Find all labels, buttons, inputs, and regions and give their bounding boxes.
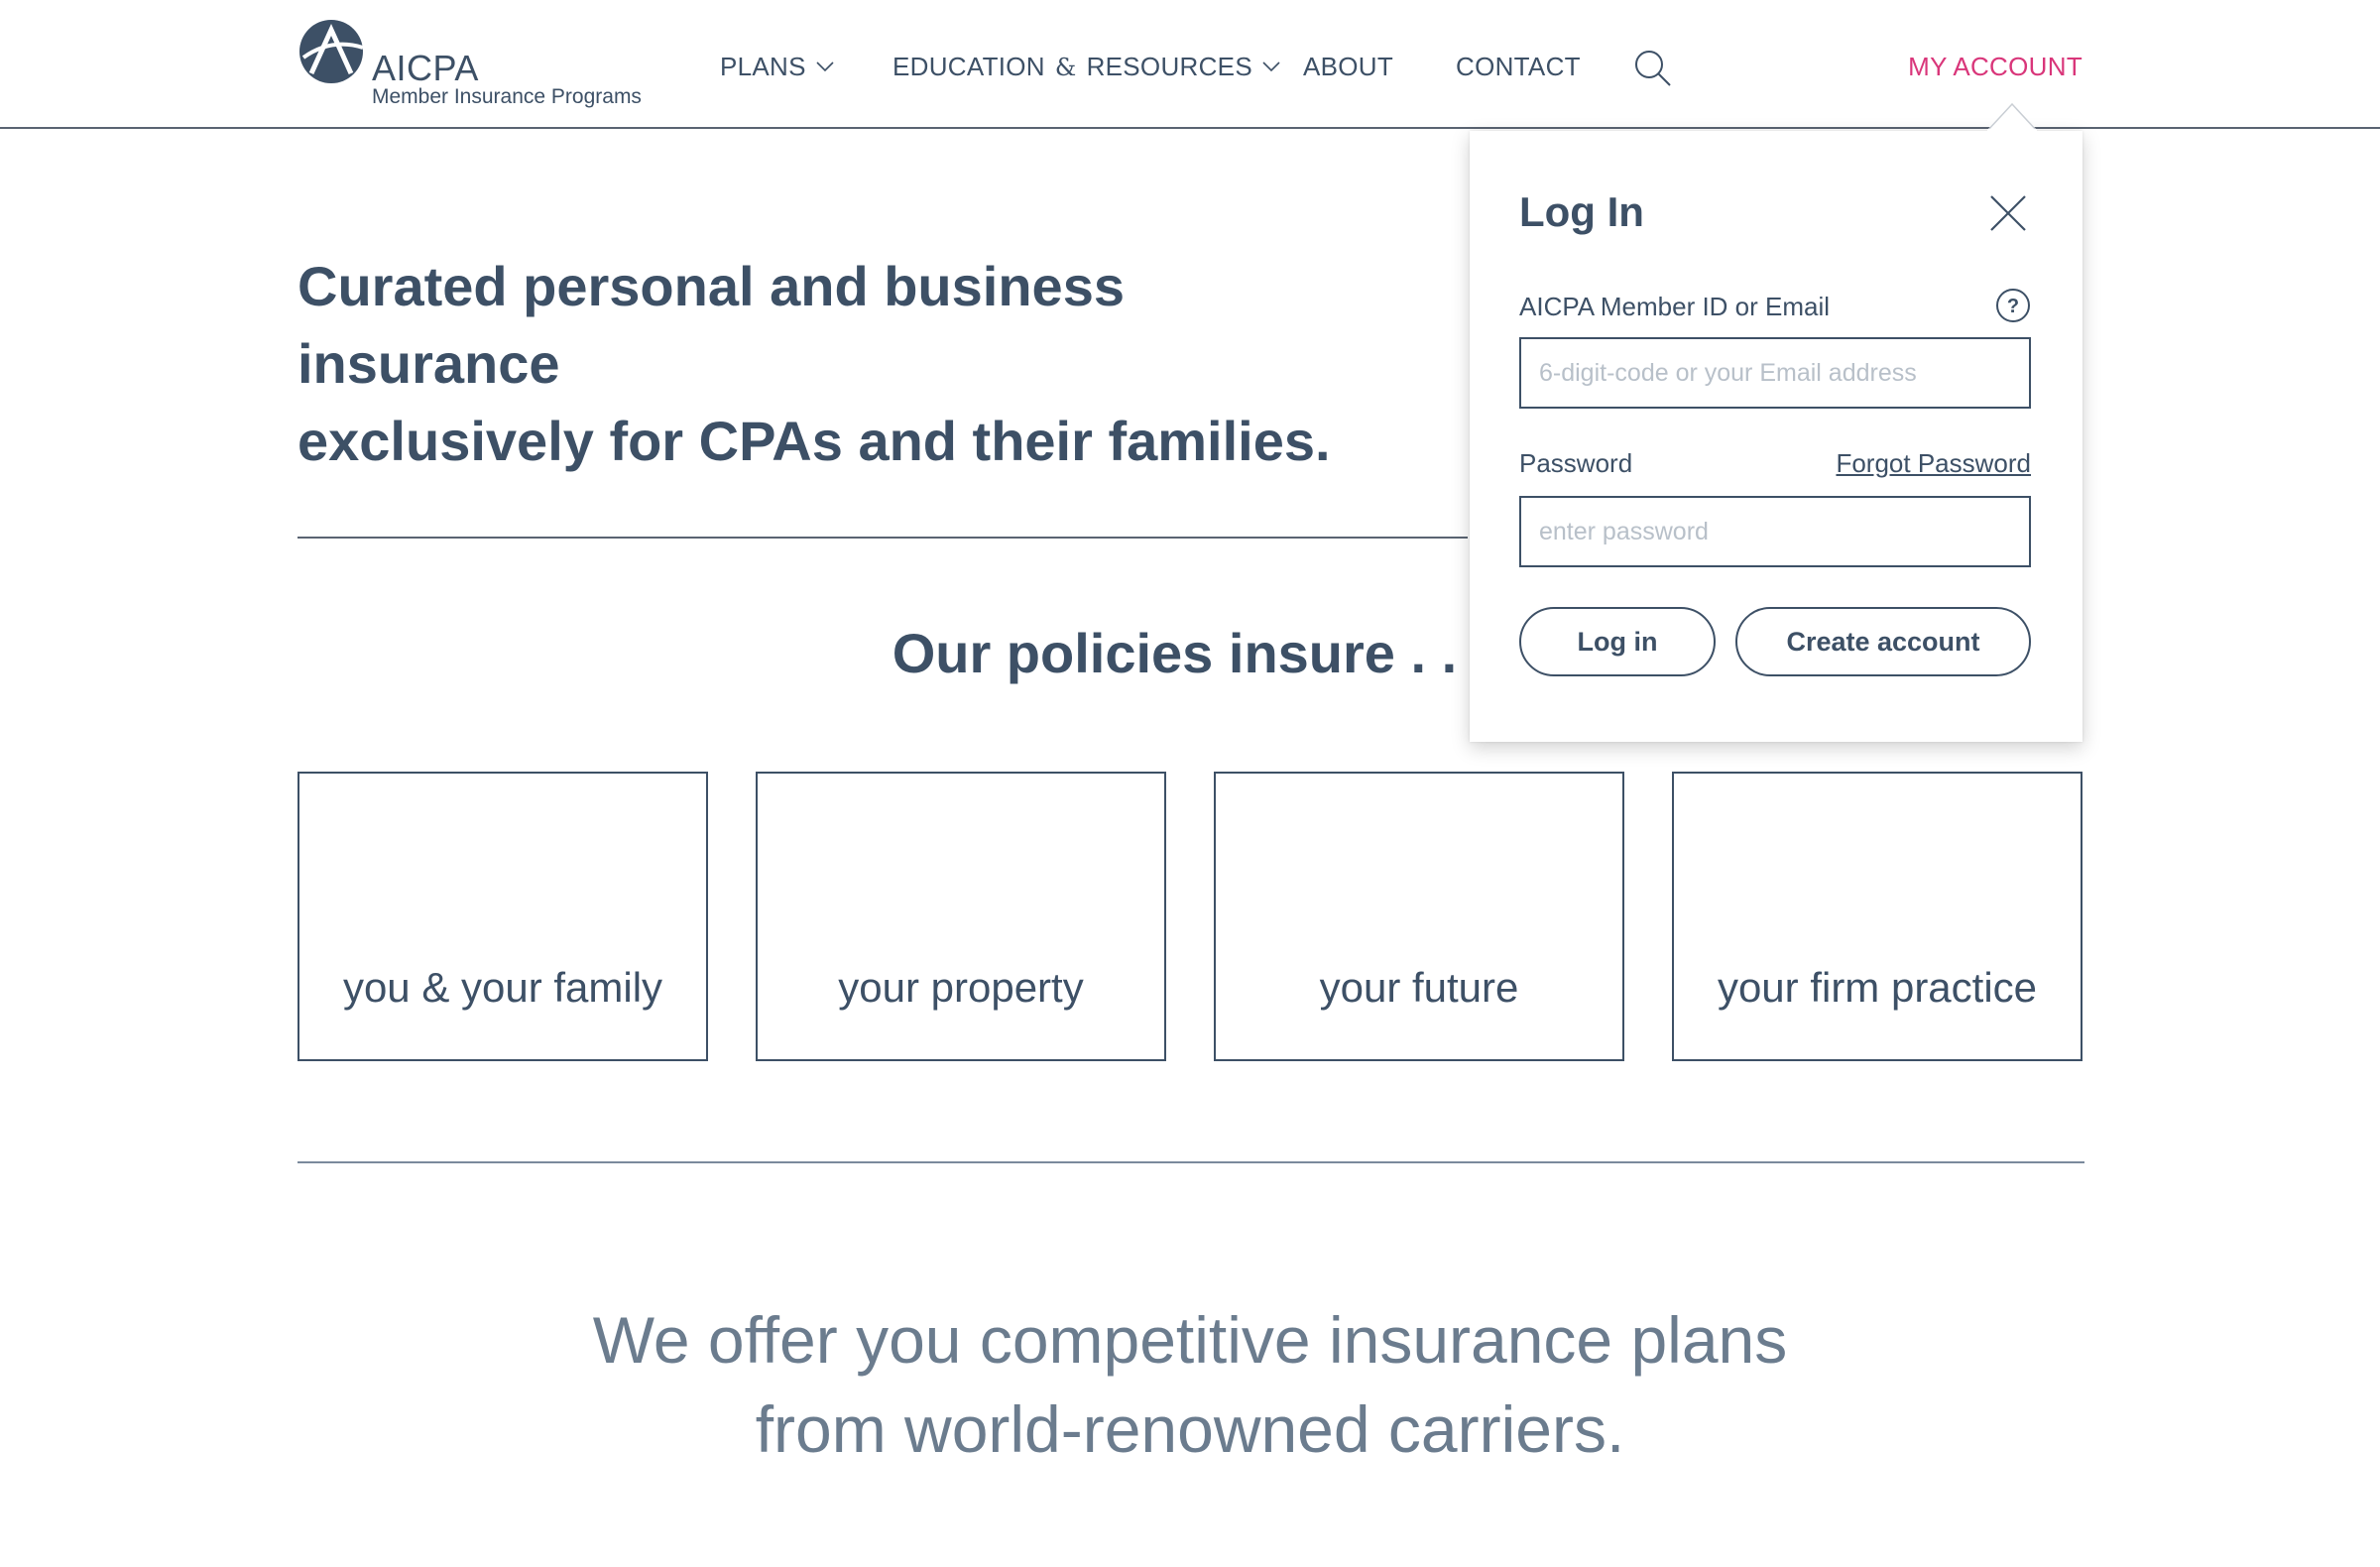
nav-about[interactable]: ABOUT: [1303, 52, 1393, 82]
login-popover: Log In AICPA Member ID or Email ? Passwo…: [1470, 103, 2082, 742]
hero-line-1: Curated personal and business insurance: [298, 255, 1125, 395]
policy-card-label: you & your family: [342, 964, 663, 1011]
nav-resources-label: RESOURCES: [1086, 52, 1252, 81]
password-label: Password: [1519, 448, 1633, 478]
policy-card-future[interactable]: your future: [1214, 772, 1624, 1061]
policy-card-label: your future: [1319, 964, 1519, 1011]
nav-ampersand: &: [1054, 54, 1077, 81]
search-icon[interactable]: [1632, 48, 1672, 87]
offer-line-2: from world-renowned carriers.: [755, 1392, 1625, 1466]
forgot-password-link[interactable]: Forgot Password: [1836, 448, 2031, 479]
divider: [298, 537, 1468, 539]
policy-card-label: your property: [838, 964, 1084, 1011]
offer-statement: We offer you competitive insurance plans…: [0, 1295, 2380, 1474]
close-icon[interactable]: [1985, 190, 2031, 236]
policy-card-family[interactable]: you & your family: [298, 772, 708, 1061]
policy-card-property[interactable]: your property: [756, 772, 1166, 1061]
password-input[interactable]: [1519, 496, 2031, 567]
offer-line-1: We offer you competitive insurance plans: [592, 1303, 1788, 1377]
nav-education-label: EDUCATION: [892, 52, 1045, 81]
member-id-input[interactable]: [1519, 337, 2031, 409]
chevron-down-icon: [1262, 61, 1280, 72]
hero-title: Curated personal and business insurance …: [298, 248, 1388, 480]
svg-text:?: ?: [2007, 296, 2019, 317]
popover-pointer: [1987, 103, 2037, 131]
login-title: Log In: [1519, 188, 1644, 235]
policy-card-label: your firm practice: [1717, 964, 2038, 1011]
brand-name: AICPA: [372, 48, 479, 88]
chevron-down-icon: [816, 61, 834, 72]
member-id-label: AICPA Member ID or Email: [1519, 292, 1831, 321]
nav-education-resources[interactable]: EDUCATION & RESOURCES: [892, 52, 1280, 82]
create-account-button[interactable]: Create account: [1735, 607, 2031, 676]
aicpa-logo[interactable]: AICPA Member Insurance Programs: [298, 18, 654, 109]
nav-plans[interactable]: PLANS: [720, 52, 834, 82]
policy-card-firm-practice[interactable]: your firm practice: [1672, 772, 2082, 1061]
help-icon[interactable]: ?: [1995, 288, 2031, 323]
aicpa-logo-icon: [299, 20, 364, 83]
nav-plans-label: PLANS: [720, 52, 806, 81]
nav-contact[interactable]: CONTACT: [1456, 52, 1581, 82]
hero-line-2: exclusively for CPAs and their families.: [298, 410, 1331, 472]
login-button[interactable]: Log in: [1519, 607, 1716, 676]
divider: [298, 1161, 2084, 1163]
my-account-link[interactable]: MY ACCOUNT: [1908, 52, 2082, 82]
brand-subtitle: Member Insurance Programs: [372, 85, 642, 108]
